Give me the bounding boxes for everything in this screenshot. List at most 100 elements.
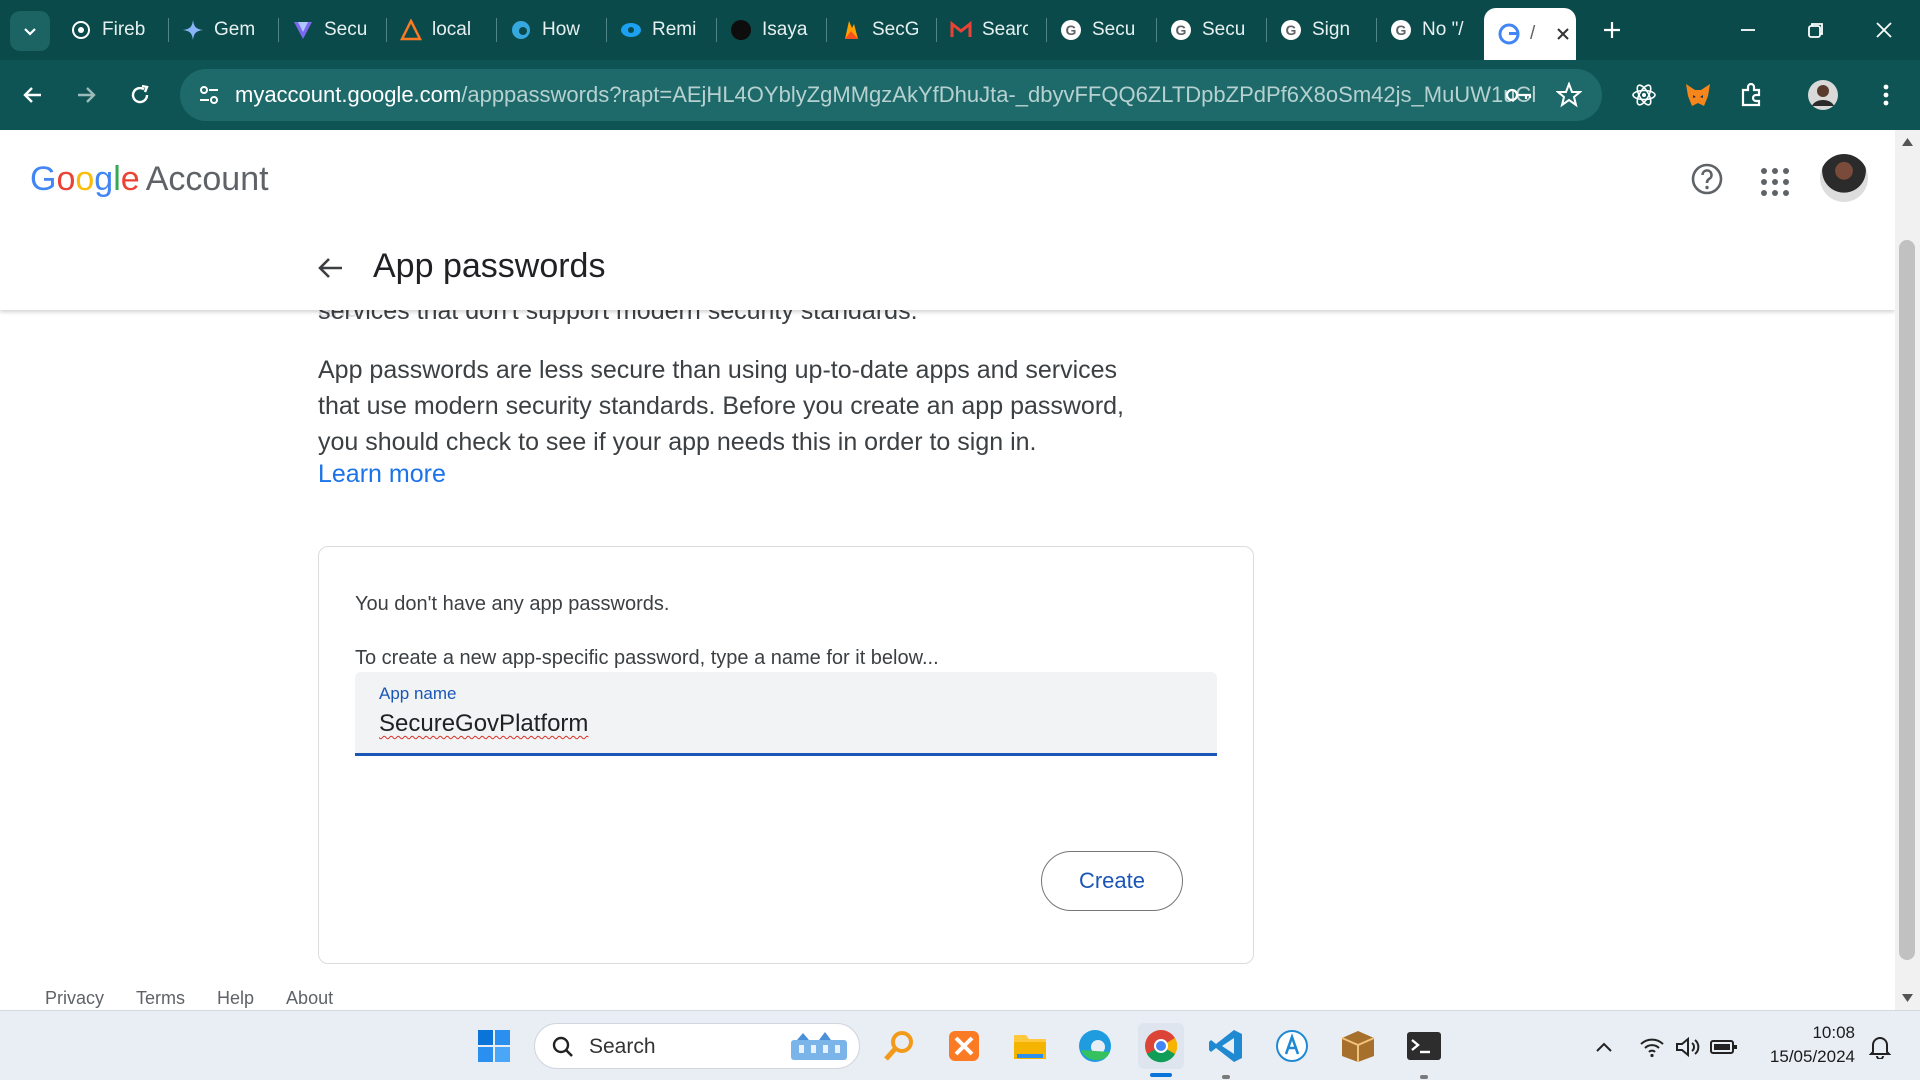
edge-icon (510, 19, 532, 41)
tab-label: local (432, 19, 472, 40)
taskbar-search-label: Search (589, 1035, 656, 1058)
empty-state-message: You don't have any app passwords. (355, 593, 670, 615)
show-hidden-icons-button[interactable] (1590, 1033, 1618, 1061)
windows-logo-icon (478, 1030, 510, 1062)
new-tab-button[interactable] (1590, 10, 1634, 50)
react-devtools-extension[interactable] (1626, 77, 1662, 113)
bookmark-star-icon[interactable] (1556, 82, 1582, 108)
taskbar-file-explorer[interactable] (1007, 1023, 1053, 1069)
tab-sign[interactable]: G Sign (1266, 8, 1358, 52)
running-app-indicator (1222, 1075, 1230, 1079)
clock-date: 15/05/2024 (1769, 1047, 1855, 1066)
footer-link-terms[interactable]: Terms (136, 988, 185, 1009)
reload-icon (131, 84, 149, 104)
tab-label: Remi (652, 19, 697, 40)
scroll-up-icon[interactable] (1902, 138, 1913, 146)
system-clock[interactable]: 10:08 15/05/2024 (1755, 1021, 1855, 1069)
key-icon[interactable] (1505, 84, 1533, 106)
address-bar[interactable]: myaccount.google.com/apppasswords?rapt=A… (180, 69, 1602, 121)
google-account-header: Google Account App passwords (0, 130, 1895, 310)
running-app-indicator (1420, 1075, 1428, 1079)
battery-icon (1710, 1040, 1737, 1054)
tab-label: Sign (1312, 19, 1351, 40)
tab-searc[interactable]: Searc (936, 8, 1028, 52)
scrollbar-thumb[interactable] (1899, 240, 1915, 960)
taskbar-terminal[interactable] (1401, 1023, 1447, 1069)
app-name-input[interactable]: App name SecureGovPlatform (355, 672, 1217, 756)
taskbar-vscode[interactable] (1203, 1023, 1249, 1069)
learn-more-link[interactable]: Learn more (318, 460, 446, 489)
openai-icon (70, 19, 92, 41)
close-icon[interactable] (1556, 27, 1570, 41)
tab-secu-1[interactable]: G Secu (1046, 8, 1138, 52)
tab-search-button[interactable] (10, 11, 50, 51)
taskbar-chrome[interactable] (1138, 1023, 1184, 1069)
taskbar-edge[interactable] (1072, 1023, 1118, 1069)
firebase-icon (840, 19, 862, 41)
wifi-status[interactable] (1638, 1033, 1666, 1061)
forward-button[interactable] (64, 73, 108, 117)
taskbar-translate-app[interactable] (1269, 1023, 1315, 1069)
close-icon (1876, 22, 1892, 38)
back-button[interactable] (11, 73, 55, 117)
taskbar-virtualbox[interactable] (1335, 1023, 1381, 1069)
svg-text:G: G (1396, 22, 1407, 38)
tab-label: Secu (1092, 19, 1136, 40)
bell-icon (1869, 1037, 1891, 1059)
browser-menu-button[interactable] (1868, 77, 1904, 113)
profile-avatar-icon (1808, 80, 1838, 110)
chevron-down-icon (24, 28, 36, 36)
tab-no[interactable]: G No "/ (1376, 8, 1468, 52)
restore-button[interactable] (1794, 10, 1838, 50)
tab-secg[interactable]: SecG (826, 8, 918, 52)
tab-secu-2[interactable]: G Secu (1156, 8, 1248, 52)
translate-app-icon (1276, 1030, 1308, 1062)
create-button[interactable]: Create (1041, 851, 1183, 911)
tab-label: Gem (214, 19, 256, 40)
battery-status[interactable] (1710, 1033, 1738, 1061)
footer-link-privacy[interactable]: Privacy (45, 988, 104, 1009)
google-icon (1498, 23, 1520, 45)
chevron-up-icon (1596, 1042, 1612, 1052)
clock-time: 10:08 (1812, 1023, 1855, 1042)
svg-text:G: G (1066, 22, 1077, 38)
google-apps-button[interactable] (1752, 159, 1792, 199)
metamask-extension[interactable] (1680, 77, 1716, 113)
tab-isaya[interactable]: Isaya (716, 8, 808, 52)
remix-icon (620, 19, 642, 41)
tab-strip: Fireb Gem Secu local How Remi Isaya SecG… (0, 0, 1920, 60)
tab-how[interactable]: How (496, 8, 588, 52)
arrow-left-icon[interactable] (310, 248, 350, 288)
google-account-logo[interactable]: Google Account (30, 160, 269, 199)
notifications-button[interactable] (1866, 1033, 1894, 1061)
apps-grid-dot (1761, 190, 1767, 196)
footer-link-help[interactable]: Help (217, 988, 254, 1009)
taskbar-search-box[interactable]: Search (534, 1023, 860, 1069)
profile-button[interactable] (1803, 75, 1843, 115)
account-avatar[interactable] (1820, 154, 1868, 202)
tab-label: SecG (872, 19, 918, 40)
app-name-value[interactable]: SecureGovPlatform (379, 710, 588, 738)
extensions-button[interactable] (1734, 77, 1770, 113)
tab-fireb[interactable]: Fireb (56, 8, 148, 52)
footer-link-about[interactable]: About (286, 988, 333, 1009)
volume-status[interactable] (1674, 1033, 1702, 1061)
help-icon[interactable] (1687, 159, 1727, 199)
scroll-down-icon[interactable] (1902, 994, 1913, 1002)
minimize-button[interactable] (1726, 10, 1770, 50)
site-settings-icon[interactable] (198, 84, 220, 106)
start-button[interactable] (471, 1023, 517, 1069)
reload-button[interactable] (118, 73, 162, 117)
puzzle-icon (1741, 82, 1761, 107)
chrome-icon (1145, 1030, 1178, 1063)
taskbar-search-app[interactable] (876, 1023, 922, 1069)
url-host: myaccount.google.com (235, 82, 462, 107)
tab-gem[interactable]: Gem (168, 8, 260, 52)
tab-local[interactable]: local (386, 8, 478, 52)
taskbar-xampp[interactable] (941, 1023, 987, 1069)
logo-account-label: Account (145, 160, 269, 198)
tab-remi[interactable]: Remi (606, 8, 698, 52)
tab-active-app-passwords[interactable]: / (1484, 8, 1576, 60)
tab-secu-vuetify[interactable]: Secu (278, 8, 370, 52)
close-window-button[interactable] (1862, 10, 1906, 50)
